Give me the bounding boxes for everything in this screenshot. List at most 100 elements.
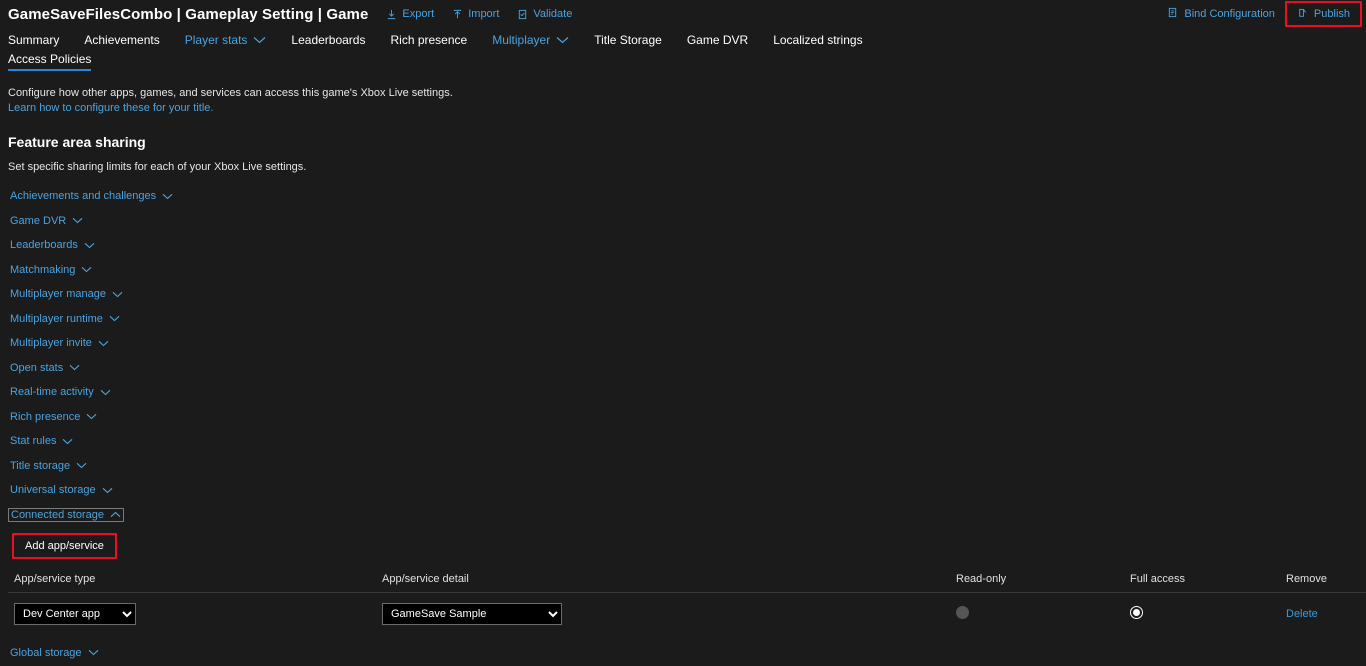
chevron-down-icon [112, 291, 123, 298]
column-header-app-service-detail: App/service detail [382, 573, 469, 585]
tab-summary-label: Summary [8, 33, 60, 47]
chevron-down-icon [86, 413, 97, 420]
tab-rich-presence[interactable]: Rich presence [390, 33, 480, 47]
tab-leaderboards[interactable]: Leaderboards [291, 33, 378, 47]
export-label: Export [402, 8, 435, 20]
chevron-down-icon [88, 647, 99, 659]
validate-icon [517, 9, 528, 20]
app-service-type-select[interactable]: Dev Center app [14, 603, 136, 625]
tab-localized-strings-label: Localized strings [773, 33, 863, 47]
tab-leaderboards-label: Leaderboards [291, 33, 366, 47]
chevron-down-icon [76, 462, 87, 469]
import-icon [452, 9, 463, 20]
table-header-row: App/service type App/service detail Read… [8, 573, 1366, 593]
tab-rich-presence-label: Rich presence [390, 33, 468, 47]
bind-configuration-button[interactable]: Bind Configuration [1157, 3, 1285, 25]
cell-full-access [1130, 606, 1286, 622]
validate-label: Validate [533, 8, 573, 20]
cell-app-service-type: Dev Center app [8, 603, 382, 625]
chevron-down-icon [100, 389, 111, 396]
title-bar: GameSaveFilesCombo | Gameplay Setting | … [0, 0, 1366, 28]
feature-area-list: Achievements and challenges Game DVR Lea… [8, 189, 1358, 532]
page-title: GameSaveFilesCombo | Gameplay Setting | … [8, 5, 369, 23]
publish-button[interactable]: Publish [1284, 1, 1362, 27]
add-app-service-button[interactable]: Add app/service [14, 535, 115, 557]
bind-configuration-label: Bind Configuration [1184, 8, 1275, 20]
subtab-access-policies[interactable]: Access Policies [8, 52, 92, 71]
tab-title-storage-label: Title Storage [594, 33, 662, 47]
tab-player-stats[interactable]: Player stats [185, 33, 280, 47]
feature-title-storage[interactable]: Title storage [8, 459, 89, 473]
access-policy-table: App/service type App/service detail Read… [8, 573, 1366, 635]
chevron-down-icon [556, 33, 569, 47]
tab-achievements-label: Achievements [84, 33, 160, 47]
chevron-down-icon [84, 242, 95, 249]
chevron-down-icon [162, 193, 173, 200]
feature-multiplayer-runtime[interactable]: Multiplayer runtime [8, 312, 122, 326]
read-only-radio[interactable] [956, 606, 969, 619]
sub-nav: Access Policies [0, 52, 1366, 76]
cell-remove: Delete [1286, 608, 1366, 620]
feature-matchmaking[interactable]: Matchmaking [8, 263, 94, 277]
tab-game-dvr[interactable]: Game DVR [687, 33, 761, 47]
chevron-down-icon [109, 315, 120, 322]
main-nav: Summary Achievements Player stats Leader… [0, 28, 1366, 52]
feature-rich-presence[interactable]: Rich presence [8, 410, 99, 424]
feature-connected-storage[interactable]: Connected storage [8, 507, 124, 522]
feature-achievements-and-challenges[interactable]: Achievements and challenges [8, 189, 175, 203]
feature-game-dvr[interactable]: Game DVR [8, 214, 85, 228]
tab-localized-strings[interactable]: Localized strings [773, 33, 862, 47]
description-text: Configure how other apps, games, and ser… [8, 87, 453, 99]
chevron-down-icon [102, 487, 113, 494]
publish-label: Publish [1313, 8, 1350, 20]
import-button[interactable]: Import [452, 8, 499, 20]
feature-multiplayer-invite[interactable]: Multiplayer invite [8, 336, 111, 350]
column-header-full-access: Full access [1130, 573, 1186, 585]
tab-achievements[interactable]: Achievements [84, 33, 172, 47]
main-content: Configure how other apps, games, and ser… [0, 76, 1366, 666]
export-button[interactable]: Export [386, 8, 434, 20]
chevron-up-icon [110, 511, 121, 518]
feature-stat-rules[interactable]: Stat rules [8, 434, 75, 448]
tab-game-dvr-label: Game DVR [686, 33, 749, 47]
column-header-app-service-type: App/service type [14, 573, 96, 585]
feature-universal-storage[interactable]: Universal storage [8, 483, 115, 497]
column-header-remove: Remove [1286, 573, 1327, 585]
page-description: Configure how other apps, games, and ser… [8, 86, 1358, 116]
add-app-service-highlight: Add app/service [12, 533, 117, 559]
chevron-down-icon [62, 438, 73, 445]
cell-read-only [956, 606, 1130, 622]
feature-label: Global storage [10, 647, 82, 659]
export-icon [386, 9, 397, 20]
feature-leaderboards[interactable]: Leaderboards [8, 238, 97, 252]
chevron-down-icon [98, 340, 109, 347]
column-header-read-only: Read-only [956, 573, 1007, 585]
feature-open-stats[interactable]: Open stats [8, 361, 82, 375]
feature-real-time-activity[interactable]: Real-time activity [8, 385, 113, 399]
section-title: Feature area sharing [8, 134, 146, 150]
section-description: Set specific sharing limits for each of … [8, 161, 307, 173]
tab-player-stats-label: Player stats [184, 33, 248, 47]
feature-global-storage[interactable]: Global storage [8, 646, 101, 660]
delete-link[interactable]: Delete [1286, 608, 1318, 620]
table-row: Dev Center app GameSave Sample Delete [8, 593, 1366, 635]
feature-multiplayer-manage[interactable]: Multiplayer manage [8, 287, 125, 301]
global-storage-row: Global storage [8, 645, 1358, 660]
chevron-down-icon [69, 364, 80, 371]
publish-icon [1297, 7, 1308, 21]
app-service-detail-select[interactable]: GameSave Sample [382, 603, 562, 625]
tab-title-storage[interactable]: Title Storage [594, 33, 675, 47]
validate-button[interactable]: Validate [517, 8, 572, 20]
tab-multiplayer-label: Multiplayer [492, 33, 551, 47]
tab-summary[interactable]: Summary [8, 33, 72, 47]
learn-more-link[interactable]: Learn how to configure these for your ti… [8, 102, 213, 114]
import-label: Import [468, 8, 500, 20]
document-icon [1167, 7, 1178, 21]
cell-app-service-detail: GameSave Sample [382, 603, 956, 625]
chevron-down-icon [81, 266, 92, 273]
tab-multiplayer[interactable]: Multiplayer [492, 33, 582, 47]
command-bar: Export Import Validate [386, 8, 572, 20]
title-bar-actions: Bind Configuration Publish [1157, 0, 1362, 28]
chevron-down-icon [253, 33, 266, 47]
full-access-radio[interactable] [1130, 606, 1143, 619]
